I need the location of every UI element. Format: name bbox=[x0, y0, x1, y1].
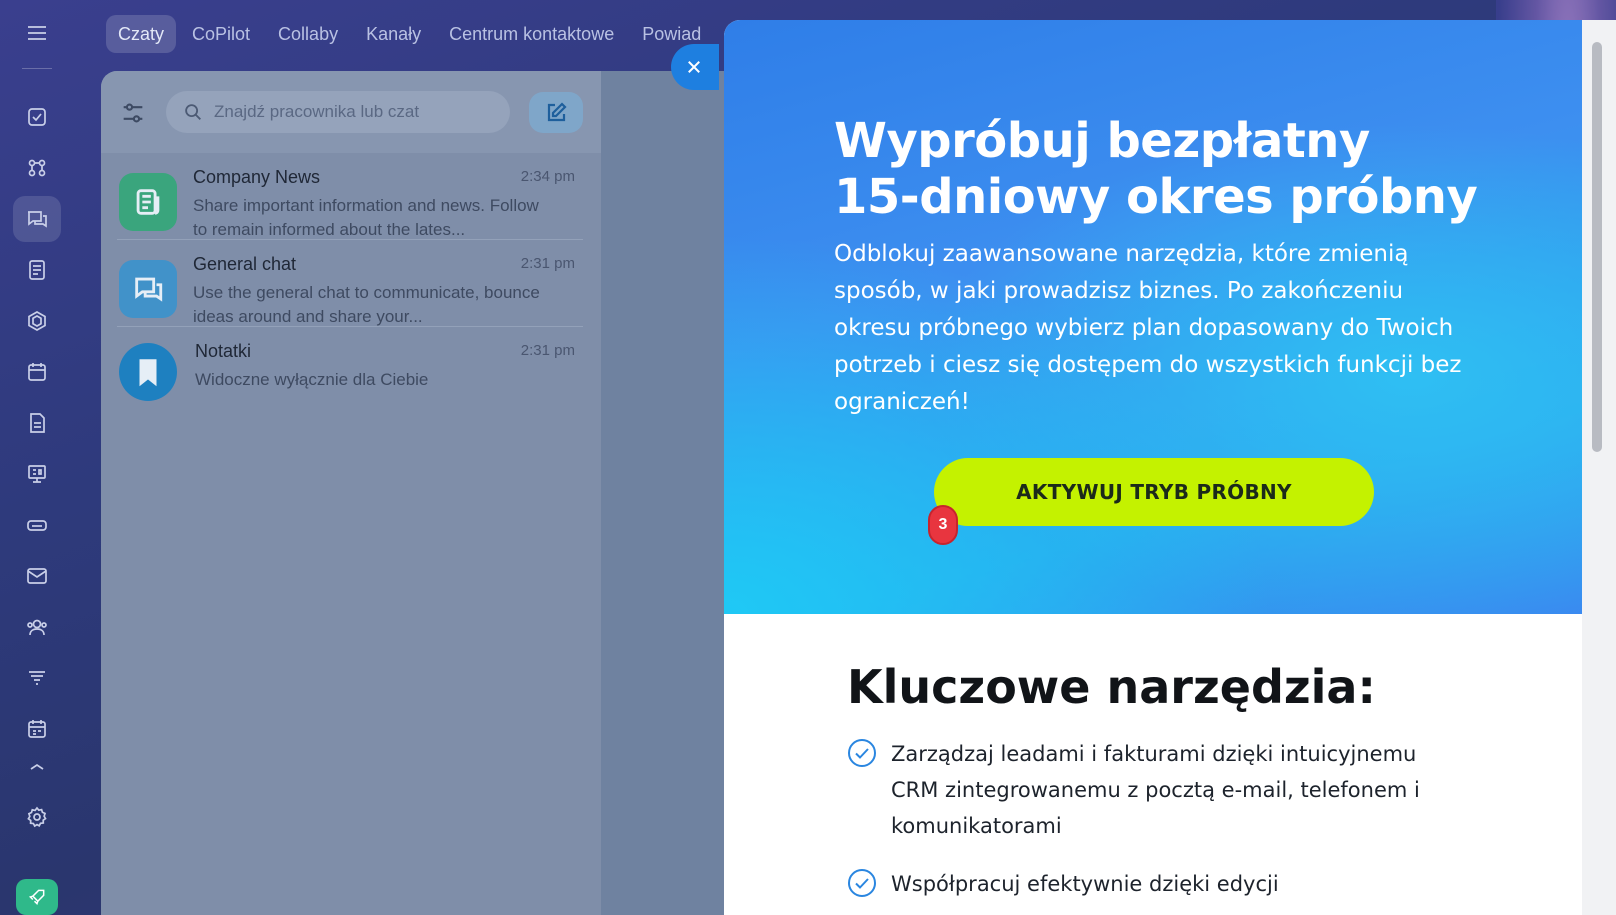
chat-time: 2:31 pm bbox=[520, 342, 575, 359]
top-tabs: Czaty CoPilot Collaby Kanały Centrum kon… bbox=[106, 15, 713, 55]
feed-icon[interactable] bbox=[13, 247, 61, 293]
check-circle-icon bbox=[847, 738, 877, 768]
trial-hero: Wypróbuj bezpłatny 15-dniowy okres próbn… bbox=[724, 20, 1582, 614]
chat-preview: Widoczne wyłącznie dla Ciebie bbox=[195, 370, 429, 389]
chat-toolbar bbox=[101, 71, 601, 153]
document-icon[interactable] bbox=[13, 400, 61, 446]
trial-modal: Wypróbuj bezpłatny 15-dniowy okres próbn… bbox=[724, 20, 1616, 915]
tab-centrum-kontaktowe[interactable]: Centrum kontaktowe bbox=[437, 15, 626, 53]
feature-text: Współpracuj efektywnie dzięki edycji bbox=[891, 872, 1279, 896]
hero-title-line2: 15-dniowy okres próbny bbox=[834, 169, 1478, 225]
mail-icon[interactable] bbox=[13, 553, 61, 599]
chat-preview: Share important information and news. Fo… bbox=[193, 196, 539, 239]
chat-item-notatki[interactable]: Notatki 2:31 pm Widoczne wyłącznie dla C… bbox=[109, 327, 583, 413]
chat-item-general-chat[interactable]: General chat 2:31 pm Use the general cha… bbox=[109, 240, 583, 326]
search-input[interactable] bbox=[214, 102, 494, 122]
scrollbar-thumb[interactable] bbox=[1592, 42, 1602, 452]
search-bar bbox=[166, 91, 510, 133]
search-icon bbox=[185, 104, 201, 120]
rail-divider bbox=[22, 68, 52, 69]
hero-title-line1: Wypróbuj bezpłatny bbox=[834, 113, 1370, 169]
chat-time: 2:34 pm bbox=[520, 168, 575, 185]
section-title: Kluczowe narzędzia: bbox=[847, 660, 1376, 714]
activate-trial-button[interactable]: AKTYWUJ TRYB PRÓBNY bbox=[934, 458, 1374, 526]
chat-icon[interactable] bbox=[13, 196, 61, 242]
tab-copilot[interactable]: CoPilot bbox=[180, 15, 262, 53]
tab-collaby[interactable]: Collaby bbox=[266, 15, 350, 53]
close-modal-button[interactable] bbox=[671, 44, 719, 90]
chat-time: 2:31 pm bbox=[520, 255, 575, 272]
feature-text: Zarządzaj leadami i fakturami dzięki int… bbox=[891, 742, 1420, 838]
planner-icon[interactable] bbox=[13, 706, 61, 752]
inbox-icon[interactable] bbox=[13, 502, 61, 548]
news-avatar-icon bbox=[119, 173, 177, 231]
chat-title: Notatki bbox=[195, 341, 252, 361]
filter-funnel-icon[interactable] bbox=[13, 655, 61, 701]
feature-item: Współpracuj efektywnie dzięki edycji bbox=[847, 866, 1467, 915]
edit-icon bbox=[547, 101, 567, 121]
chat-list-panel: Company News 2:34 pm Share important inf… bbox=[101, 71, 601, 915]
settings-icon[interactable] bbox=[13, 794, 61, 840]
rocket-icon[interactable] bbox=[16, 879, 58, 915]
compose-button[interactable] bbox=[529, 92, 583, 133]
notification-badge: 3 bbox=[928, 505, 958, 545]
left-sidebar bbox=[0, 0, 74, 915]
users-icon[interactable] bbox=[13, 604, 61, 650]
chat-item-company-news[interactable]: Company News 2:34 pm Share important inf… bbox=[109, 153, 583, 239]
tasks-icon[interactable] bbox=[13, 94, 61, 140]
chat-content-pane bbox=[601, 71, 731, 915]
presentation-icon[interactable] bbox=[13, 451, 61, 497]
tab-kanaly[interactable]: Kanały bbox=[354, 15, 433, 53]
tab-czaty[interactable]: Czaty bbox=[106, 15, 177, 53]
feature-item: Zarządzaj leadami i fakturami dzięki int… bbox=[847, 736, 1467, 846]
collapse-icon[interactable] bbox=[13, 752, 61, 782]
close-icon bbox=[688, 61, 700, 73]
hero-title: Wypróbuj bezpłatny 15-dniowy okres próbn… bbox=[834, 113, 1534, 225]
chat-preview: Use the general chat to communicate, bou… bbox=[193, 283, 540, 326]
modal-scrollbar[interactable] bbox=[1582, 20, 1616, 915]
check-circle-icon bbox=[847, 868, 877, 898]
bookmark-avatar-icon bbox=[119, 343, 177, 401]
chat-title: General chat bbox=[193, 254, 297, 274]
shield-icon[interactable] bbox=[13, 298, 61, 344]
menu-icon[interactable] bbox=[13, 10, 61, 56]
chat-title: Company News bbox=[193, 167, 321, 187]
hero-description: Odblokuj zaawansowane narzędzia, które z… bbox=[834, 241, 1462, 415]
filter-sliders-icon[interactable] bbox=[119, 99, 147, 127]
general-chat-avatar-icon bbox=[119, 260, 177, 318]
calendar-icon[interactable] bbox=[13, 349, 61, 395]
network-icon[interactable] bbox=[13, 145, 61, 191]
